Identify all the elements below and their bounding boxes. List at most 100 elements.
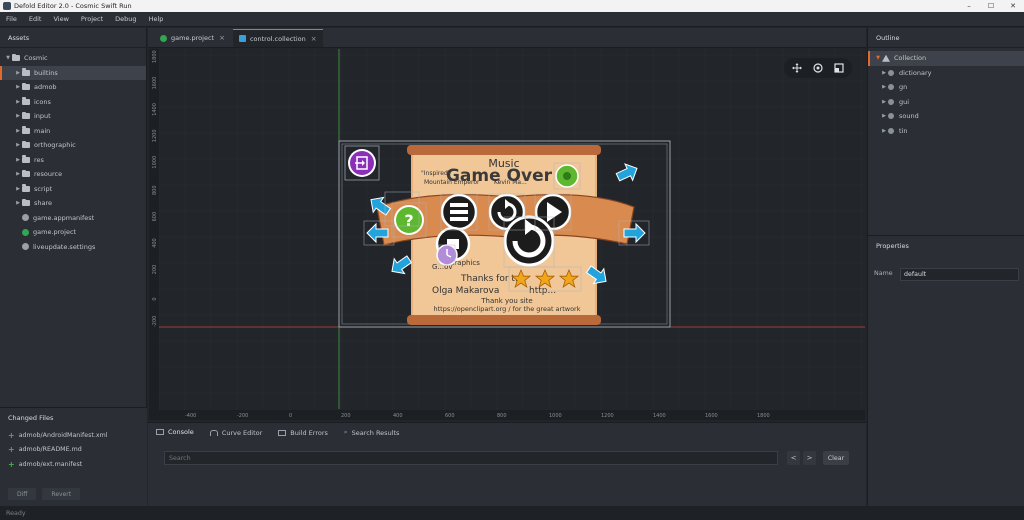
asset-item[interactable]: ▼ Cosmic (0, 51, 146, 66)
chevron-right-icon[interactable]: ▶ (14, 84, 22, 90)
asset-item[interactable]: game.project (0, 225, 146, 240)
tab-search-results[interactable]: ⌕ Search Results (344, 423, 400, 443)
outline-item[interactable]: ▶ gn (868, 80, 1024, 95)
changed-files-panel: Changed Files + admob/AndroidManifest.xml… (0, 407, 147, 506)
console-icon (156, 429, 164, 435)
tab-curve-editor[interactable]: Curve Editor (209, 423, 262, 443)
outline-item-collection[interactable]: ▼ Collection (868, 51, 1024, 66)
chevron-right-icon[interactable]: ▶ (14, 171, 22, 177)
chevron-right-icon[interactable]: ▶ (14, 70, 22, 76)
collection-icon (882, 54, 890, 62)
assets-panel: Assets ▼ Cosmic ▶ builtins ▶ admob ▶ icons ▶ inpu… (0, 28, 147, 506)
game-object-icon (888, 69, 894, 76)
tab-label: Search Results (351, 428, 400, 437)
credit-text: Kevin Ma... (494, 179, 527, 186)
menu-debug[interactable]: Debug (115, 15, 136, 23)
next-result-button[interactable]: > (803, 451, 816, 465)
asset-item[interactable]: ▶ admob (0, 80, 146, 95)
tab-control-collection[interactable]: control.collection × (232, 29, 323, 47)
gear-icon (22, 214, 29, 222)
changed-file-item[interactable]: + admob/ext.manifest (0, 457, 147, 472)
tab-game-project[interactable]: game.project × (154, 29, 231, 47)
changed-file-item[interactable]: + admob/AndroidManifest.xml (0, 428, 147, 443)
menu-help[interactable]: Help (149, 15, 164, 23)
chevron-down-icon[interactable]: ▼ (4, 55, 12, 61)
outline-panel: Outline ▼ Collection ▶ dictionary ▶ gn ▶ gui ▶… (867, 28, 1024, 506)
chevron-right-icon[interactable]: ▶ (14, 99, 22, 105)
chevron-right-icon[interactable]: ▶ (14, 142, 22, 148)
settings-gear-sprite (555, 164, 579, 188)
chevron-right-icon[interactable]: ▶ (880, 99, 888, 105)
chevron-right-icon[interactable]: ▶ (14, 186, 22, 192)
leaderboard-button-sprite (440, 193, 478, 231)
prev-result-button[interactable]: < (787, 451, 800, 465)
olga-text: Olga Makarova (432, 286, 499, 296)
chevron-right-icon[interactable]: ▶ (14, 128, 22, 134)
chevron-right-icon[interactable]: ▶ (880, 113, 888, 119)
maximize-icon[interactable]: ☐ (980, 0, 1002, 12)
asset-item[interactable]: ▶ res (0, 153, 146, 168)
chevron-right-icon[interactable]: ▶ (14, 157, 22, 163)
asset-item[interactable]: ▶ main (0, 124, 146, 139)
asset-item[interactable]: liveupdate.settings (0, 240, 146, 255)
revert-button[interactable]: Revert (42, 488, 81, 500)
properties-panel: Properties Name default (868, 235, 1024, 506)
outline-item[interactable]: ▶ sound (868, 109, 1024, 124)
console-search-input[interactable] (164, 451, 778, 465)
thanks-for-text: Thanks for t... (460, 274, 524, 284)
asset-item[interactable]: ▶ script (0, 182, 146, 197)
status-text: Ready (6, 509, 26, 517)
game-project-icon (160, 34, 167, 42)
asset-item[interactable]: ▶ orthographic (0, 138, 146, 153)
close-icon[interactable]: ✕ (1002, 0, 1024, 12)
chevron-right-icon[interactable]: ▶ (880, 84, 888, 90)
scene-canvas[interactable]: -400 -200 0 200 400 600 800 1000 1200 1400 1600 180… (149, 49, 865, 420)
outline-tree: ▼ Collection ▶ dictionary ▶ gn ▶ gui ▶ sound ▶ ti… (868, 48, 1024, 138)
menu-view[interactable]: View (53, 15, 68, 23)
tab-label: Build Errors (290, 428, 328, 437)
search-icon: ⌕ (343, 428, 348, 436)
asset-item[interactable]: ▶ share (0, 196, 146, 211)
thank-you-text: Thank you site (480, 297, 532, 305)
x-tick-label: -200 (237, 413, 248, 419)
folder-icon (22, 126, 30, 134)
gear-icon (22, 243, 29, 251)
tab-label: Console (168, 428, 194, 436)
close-tab-icon[interactable]: × (311, 35, 317, 43)
big-restart-sprite (503, 215, 555, 267)
clear-button[interactable]: Clear (823, 451, 849, 465)
folder-icon (12, 53, 20, 62)
changed-file-item[interactable]: + admob/README.md (0, 443, 147, 458)
chevron-right-icon[interactable]: ▶ (14, 113, 22, 119)
chevron-right-icon[interactable]: ▶ (880, 70, 888, 76)
close-tab-icon[interactable]: × (219, 34, 225, 42)
x-tick-label: 1000 (549, 413, 562, 419)
diff-button[interactable]: Diff (8, 488, 37, 500)
asset-item[interactable]: ▶ icons (0, 95, 146, 110)
collection-icon (238, 35, 246, 42)
outline-item[interactable]: ▶ tin (868, 124, 1024, 139)
tab-console[interactable]: Console (156, 423, 194, 443)
tab-label: game.project (171, 34, 215, 42)
scene-view[interactable]: -400 -200 0 200 400 600 800 1000 1200 1400 1600 180… (149, 49, 865, 420)
asset-item-label: Cosmic (24, 54, 48, 63)
timer-sprite (436, 244, 458, 266)
menu-project[interactable]: Project (81, 15, 103, 23)
x-tick-label: 1800 (757, 413, 770, 419)
menu-file[interactable]: File (6, 15, 17, 23)
y-tick-label: 1600 (152, 77, 158, 90)
outline-item[interactable]: ▶ dictionary (868, 66, 1024, 81)
chevron-right-icon[interactable]: ▶ (14, 200, 22, 206)
minimize-icon[interactable]: – (958, 0, 980, 12)
property-name-field[interactable]: default (900, 268, 1019, 281)
chevron-right-icon[interactable]: ▶ (880, 128, 888, 134)
menu-edit[interactable]: Edit (29, 15, 42, 23)
expand-arrow-icon[interactable]: ▼ (874, 55, 882, 61)
outline-item[interactable]: ▶ gui (868, 95, 1024, 110)
tab-build-errors[interactable]: Build Errors (278, 423, 328, 443)
asset-item[interactable]: ▶ input (0, 109, 146, 124)
app-icon (3, 2, 11, 10)
asset-item[interactable]: ▶ resource (0, 167, 146, 182)
asset-item[interactable]: game.appmanifest (0, 211, 146, 226)
asset-item[interactable]: ▶ builtins (0, 65, 146, 80)
